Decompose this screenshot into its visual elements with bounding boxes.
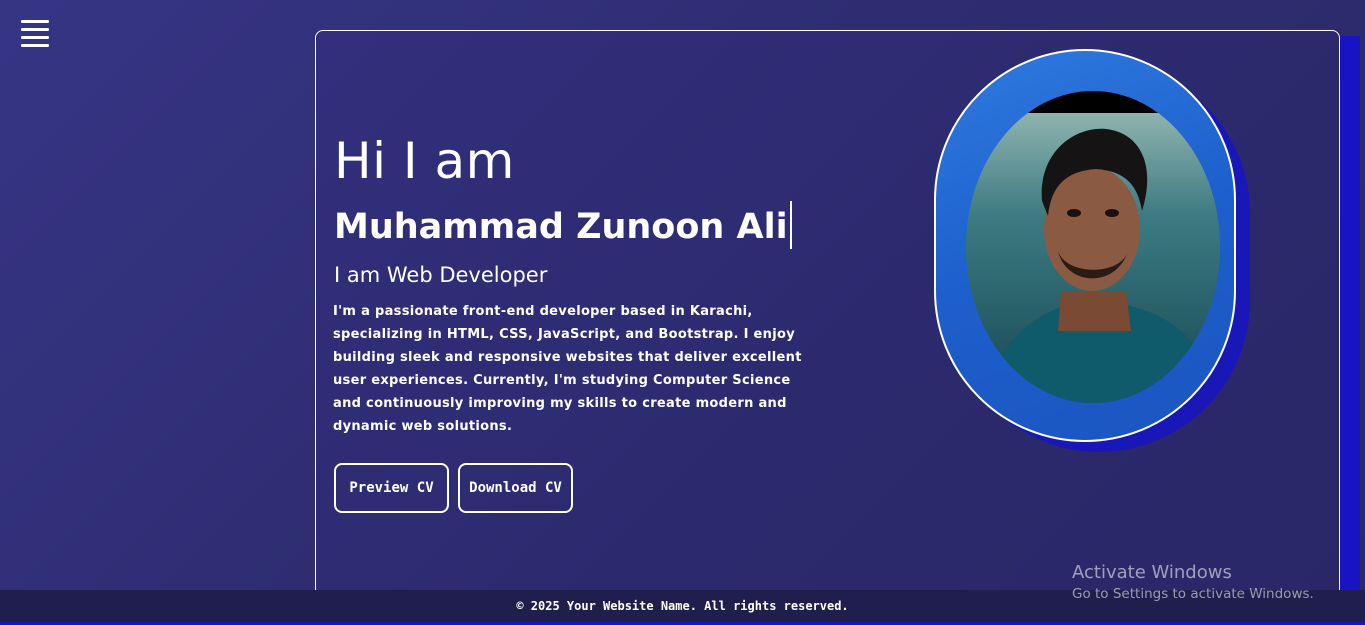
typing-caret xyxy=(789,201,792,249)
bio-paragraph: I'm a passionate front-end developer bas… xyxy=(333,304,802,434)
menu-bar xyxy=(21,20,49,23)
name-text: Muhammad Zunoon Ali xyxy=(334,207,788,247)
hamburger-menu-icon[interactable] xyxy=(21,20,49,47)
portrait-frame xyxy=(934,49,1236,442)
footer-copyright: © 2025 Your Website Name. All rights res… xyxy=(516,599,849,613)
watermark-title: Activate Windows xyxy=(1072,562,1232,583)
profile-photo-illustration xyxy=(966,91,1220,403)
preview-cv-button[interactable]: Preview CV xyxy=(334,463,449,513)
greeting-heading: Hi I am xyxy=(334,132,515,190)
profile-photo xyxy=(966,91,1220,403)
menu-bar xyxy=(21,44,49,47)
name-heading: Muhammad Zunoon Ali xyxy=(334,201,792,249)
download-cv-button[interactable]: Download CV xyxy=(458,463,573,513)
role-subtitle: I am Web Developer xyxy=(334,263,548,287)
watermark-subtitle: Go to Settings to activate Windows. xyxy=(1072,586,1314,602)
menu-bar xyxy=(21,36,49,39)
menu-bar xyxy=(21,28,49,31)
activation-watermark: Activate Windows Go to Settings to activ… xyxy=(1072,562,1314,602)
